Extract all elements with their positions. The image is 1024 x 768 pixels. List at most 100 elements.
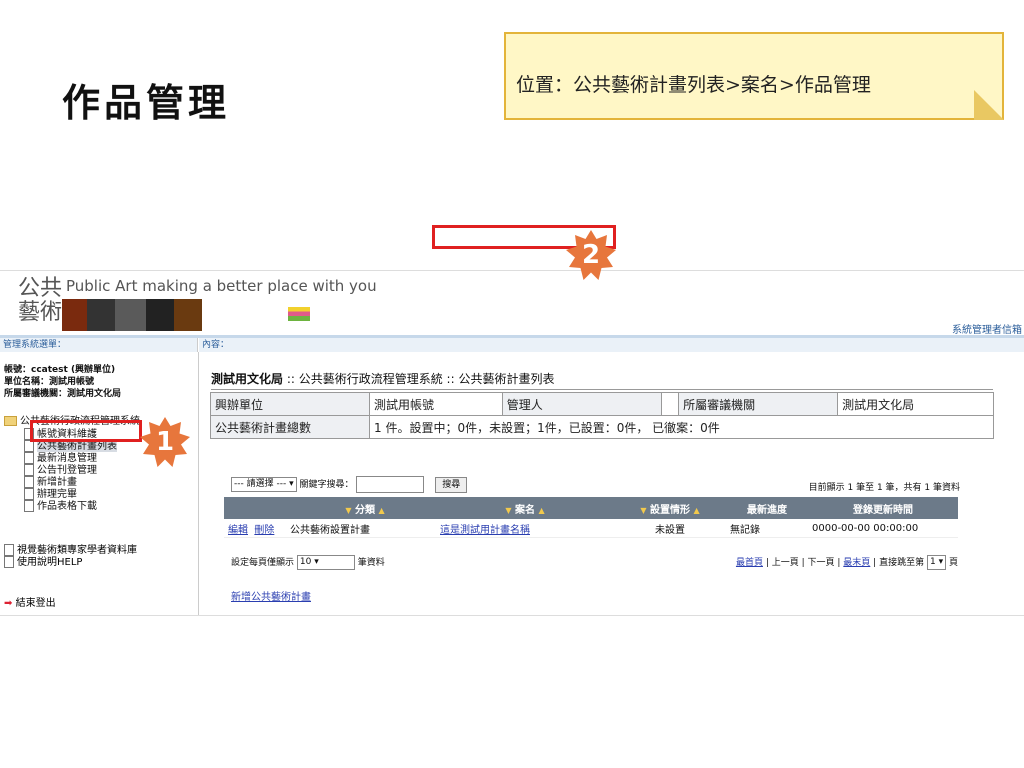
logo-tagline: Public Art making a better place with yo…: [66, 277, 377, 295]
col-progress: 最新進度: [726, 497, 808, 519]
keyword-input[interactable]: [356, 476, 425, 493]
site-logo: 公共 藝術: [18, 277, 62, 325]
col-label: 分類: [355, 504, 375, 516]
banner-photos: [62, 299, 202, 331]
chevron-down-icon: ▾: [314, 557, 319, 567]
account-info: 帳號：ccatest (興辦單位) 單位名稱：測試用帳號 所屬審議機關：測試用文…: [4, 364, 121, 400]
sidebar-item-new-plan[interactable]: 新增計畫: [4, 476, 140, 488]
row-progress: 無記錄: [726, 519, 808, 538]
page-title-path: :: 公共藝術行政流程管理系統 :: 公共藝術計畫列表: [283, 372, 555, 386]
folder-icon: [4, 416, 17, 426]
sidebar-item-label: 辦理完畢: [37, 489, 77, 500]
sort-up-icon: ▲: [693, 505, 700, 515]
select-value: --- 請選擇 ---: [234, 479, 287, 489]
link-label: 使用說明HELP: [17, 557, 83, 568]
col-status[interactable]: ▼ 設置情形 ▲: [614, 497, 726, 519]
document-icon: [4, 544, 14, 556]
screenshot-frame: 公共 藝術 Public Art making a better place w…: [0, 270, 1024, 616]
location-note-text: 位置：公共藝術計畫列表>案名>作品管理: [516, 74, 871, 96]
page-title-org: 測試用文化局: [211, 372, 284, 386]
category-select[interactable]: --- 請選擇 --- ▾: [231, 477, 297, 492]
logout-label: 結束登出: [15, 598, 56, 609]
arrow-right-icon: ➡: [4, 598, 13, 609]
col-updated: 登錄更新時間: [808, 497, 958, 519]
row-name: 這是測試用計畫名稱: [436, 519, 614, 538]
document-icon: [4, 556, 14, 568]
sidebar-item-label: 最新消息管理: [37, 453, 97, 464]
sort-up-icon: ▲: [378, 505, 385, 515]
main-content: 測試用文化局 :: 公共藝術行政流程管理系統 :: 公共藝術計畫列表 興辦單位 …: [199, 352, 1024, 615]
col-label: 設置情形: [650, 504, 690, 516]
row-actions: 編輯 刪除: [224, 519, 286, 538]
sidebar: 帳號：ccatest (興辦單位) 單位名稱：測試用帳號 所屬審議機關：測試用文…: [0, 352, 199, 615]
summary-table: 興辦單位 測試用帳號 管理人 所屬審議機關 測試用文化局 公共藝術計畫總數 1 …: [210, 392, 994, 439]
bottom-links: 視覺藝術類專家學者資料庫 使用說明HELP: [4, 544, 137, 568]
document-icon: [24, 464, 34, 476]
row-status: 未設置: [614, 519, 726, 538]
expert-db-link[interactable]: 視覺藝術類專家學者資料庫: [4, 544, 137, 556]
sidebar-item-done[interactable]: 辦理完畢: [4, 488, 140, 500]
select-value: 1: [929, 557, 936, 567]
cell-sponsor: 測試用帳號: [369, 392, 503, 416]
admin-mailbox-link[interactable]: 系統管理者信箱: [952, 321, 1022, 336]
per-page-select[interactable]: 10 ▾: [296, 555, 355, 570]
next-page-link[interactable]: 下一頁: [808, 558, 835, 568]
record-count: 目前顯示 1 筆至 1 筆，共有 1 筆資料: [808, 483, 960, 493]
content-header: 內容：: [199, 338, 1024, 352]
last-page-link[interactable]: 最末頁: [843, 558, 870, 568]
edit-link[interactable]: 編輯: [228, 525, 248, 536]
highlight-box-1: [30, 420, 142, 442]
sort-up-icon: ▲: [538, 505, 545, 515]
help-link[interactable]: 使用說明HELP: [4, 556, 137, 568]
select-value: 10: [299, 557, 312, 567]
logo-line-2: 藝術: [18, 300, 63, 325]
sidebar-item-news[interactable]: 最新消息管理: [4, 452, 140, 464]
cell-total-label: 公共藝術計畫總數: [210, 415, 370, 439]
first-page-link[interactable]: 最首頁: [736, 558, 763, 568]
chevron-down-icon: ▾: [289, 479, 294, 489]
project-table: ▼ 分類 ▲ ▼ 案名 ▲ ▼ 設置情形 ▲ 最新進度 登錄更新時間 編輯 刪除…: [224, 497, 958, 538]
sidebar-item-label: 公共藝術計畫列表: [37, 441, 117, 452]
document-icon: [24, 452, 34, 464]
table-header: ▼ 分類 ▲ ▼ 案名 ▲ ▼ 設置情形 ▲ 最新進度 登錄更新時間: [224, 497, 958, 519]
search-bar: --- 請選擇 --- ▾ 關鍵字搜尋： 搜尋: [231, 476, 468, 493]
site-banner: 公共 藝術 Public Art making a better place w…: [0, 271, 1024, 338]
agency-line: 所屬審議機關：測試用文化局: [4, 389, 122, 399]
col-actions: [224, 497, 286, 519]
sidebar-item-forms[interactable]: 作品表格下載: [4, 500, 140, 512]
search-button[interactable]: 搜尋: [435, 476, 468, 493]
cell-agency: 測試用文化局: [837, 392, 994, 416]
menu-header: 管理系統選單：: [0, 338, 198, 352]
add-plan-link[interactable]: 新增公共藝術計畫: [231, 588, 311, 603]
sort-down-icon: ▼: [640, 505, 647, 515]
col-category[interactable]: ▼ 分類 ▲: [294, 497, 436, 519]
cell-sponsor-label: 興辦單位: [210, 392, 370, 416]
col-name[interactable]: ▼ 案名 ▲: [436, 497, 614, 519]
note-fold: [974, 90, 1004, 120]
cell-agency-label: 所屬審議機關: [678, 392, 839, 416]
col-blank: [286, 497, 294, 519]
page-title: 測試用文化局 :: 公共藝術行政流程管理系統 :: 公共藝術計畫列表: [211, 370, 993, 390]
project-name-link[interactable]: 這是測試用計畫名稱: [440, 525, 530, 536]
page-select[interactable]: 1 ▾: [926, 555, 947, 570]
row-updated: 0000-00-00 00:00:00: [808, 519, 958, 538]
logout-link[interactable]: ➡ 結束登出: [4, 594, 56, 609]
pager: 最首頁 | 上一頁 | 下一頁 | 最末頁 | 直接跳至第 1 ▾ 頁: [735, 555, 958, 570]
table-row: 編輯 刪除 公共藝術設置計畫 這是測試用計畫名稱 未設置 無記錄 0000-00…: [224, 519, 958, 538]
account-line: 帳號：ccatest (興辦單位): [4, 365, 116, 375]
document-icon: [24, 500, 34, 512]
per-page-unit: 筆資料: [357, 558, 385, 568]
sidebar-item-notice[interactable]: 公告刊登管理: [4, 464, 140, 476]
unit-line: 單位名稱：測試用帳號: [4, 377, 95, 387]
cell-total: 1 件。設置中；0件，未設置；1件，已設置：0件， 已徹案：0件: [369, 415, 994, 439]
row-category: 公共藝術設置計畫: [286, 519, 436, 538]
per-page: 設定每頁僅顯示 10 ▾ 筆資料: [231, 555, 385, 570]
delete-link[interactable]: 刪除: [254, 525, 274, 536]
sidebar-item-label: 新增計畫: [37, 477, 77, 488]
sidebar-item-label: 公告刊登管理: [37, 465, 97, 476]
page-unit: 頁: [948, 558, 958, 568]
keyword-label: 關鍵字搜尋：: [299, 480, 354, 490]
sidebar-item-label: 作品表格下載: [37, 501, 97, 512]
cell-manager-label: 管理人: [501, 392, 662, 416]
prev-page-link[interactable]: 上一頁: [772, 558, 799, 568]
